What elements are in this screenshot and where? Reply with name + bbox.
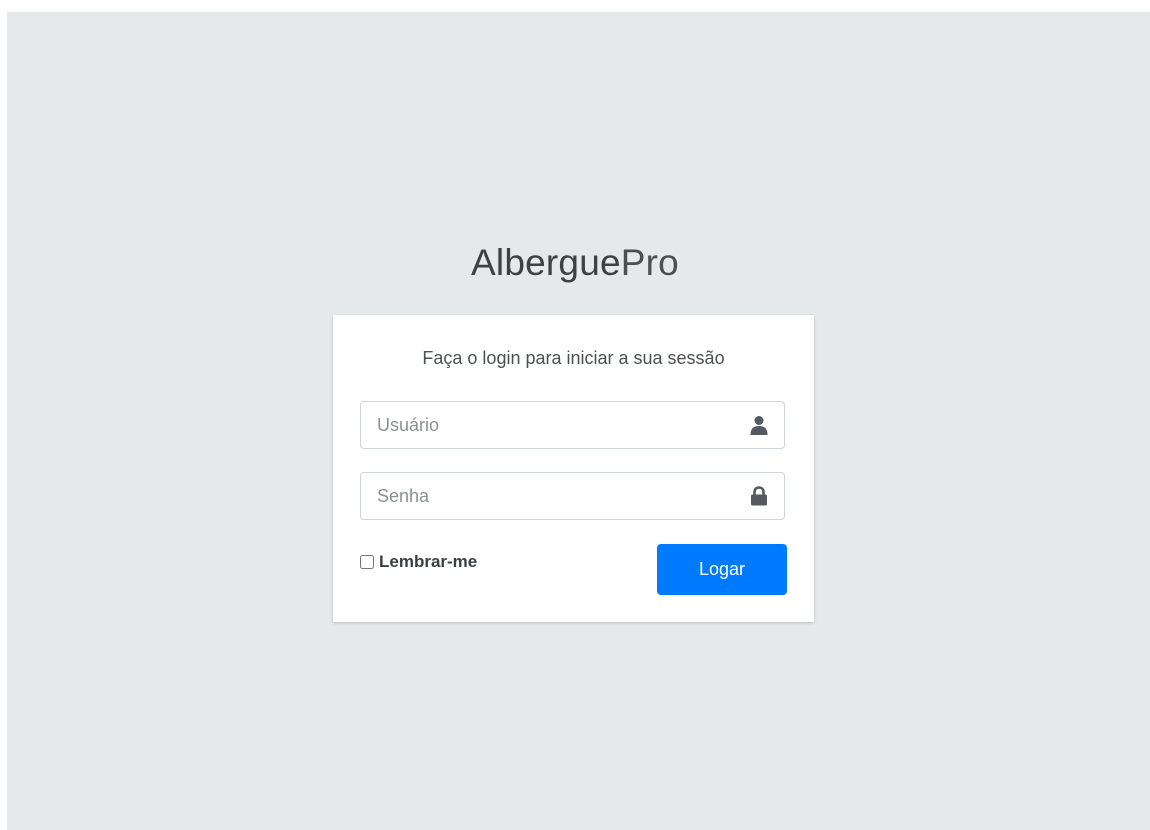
logo-part-albergue: Albergue	[471, 242, 621, 283]
lock-icon	[751, 486, 767, 506]
login-card: Faça o login para iniciar a sua sessão L…	[333, 315, 814, 622]
remember-me-label[interactable]: Lembrar-me	[379, 552, 477, 572]
login-button[interactable]: Logar	[657, 544, 787, 595]
username-input[interactable]	[361, 402, 741, 448]
username-field-group	[360, 401, 785, 449]
remember-me-checkbox[interactable]	[360, 555, 374, 569]
app-logo[interactable]: AlberguePro	[0, 242, 1150, 284]
login-message: Faça o login para iniciar a sua sessão	[422, 348, 725, 368]
user-icon	[750, 416, 768, 435]
password-input[interactable]	[361, 473, 741, 519]
logo-part-pro: Pro	[620, 242, 679, 283]
remember-me: Lembrar-me	[360, 552, 477, 572]
password-field-group	[360, 472, 785, 520]
